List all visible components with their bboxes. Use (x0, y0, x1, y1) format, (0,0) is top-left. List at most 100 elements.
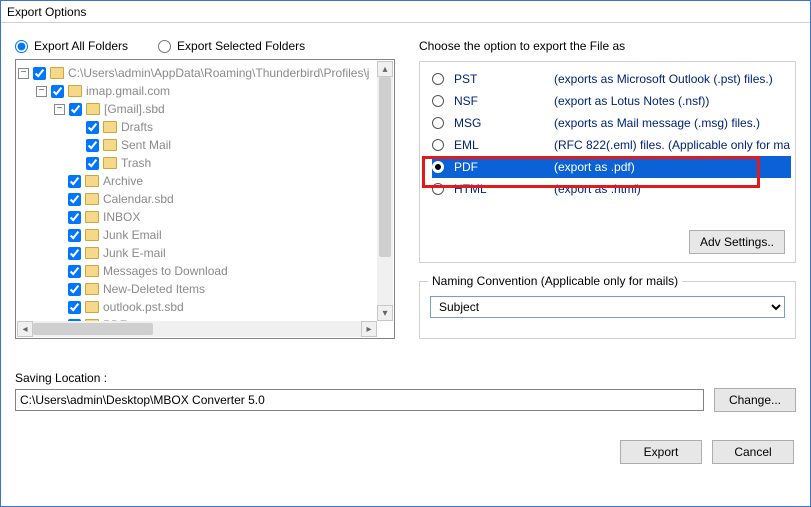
radio-icon[interactable] (432, 95, 444, 107)
folder-tree-inner: − C:\Users\admin\AppData\Roaming\Thunder… (16, 60, 394, 322)
naming-legend: Naming Convention (Applicable only for m… (428, 274, 682, 288)
scroll-left-icon[interactable]: ◂ (17, 321, 33, 337)
format-name: MSG (454, 116, 544, 130)
tree-row[interactable]: Junk Email (18, 226, 392, 244)
tree-checkbox[interactable] (68, 265, 81, 278)
format-option-pdf[interactable]: PDF(export as .pdf) (432, 156, 791, 178)
tree-label: Drafts (121, 120, 153, 134)
folder-icon (85, 301, 99, 313)
tree-label: INBOX (103, 210, 140, 224)
folder-icon (68, 85, 82, 97)
export-mode-group: Export All Folders Export Selected Folde… (15, 39, 395, 53)
change-button[interactable]: Change... (714, 388, 796, 412)
tree-vertical-scrollbar[interactable]: ▴ ▾ (377, 61, 393, 321)
export-all-radio-input[interactable] (15, 40, 28, 53)
scroll-track[interactable] (33, 321, 361, 337)
tree-checkbox[interactable] (68, 193, 81, 206)
folder-icon (86, 103, 100, 115)
tree-checkbox[interactable] (86, 157, 99, 170)
naming-convention-group: Naming Convention (Applicable only for m… (419, 281, 796, 339)
scroll-down-icon[interactable]: ▾ (377, 305, 393, 321)
saving-location-section: Saving Location : Change... (15, 371, 796, 412)
scroll-track[interactable] (377, 77, 393, 305)
tree-row[interactable]: Messages to Download (18, 262, 392, 280)
expand-toggle-icon[interactable]: − (36, 86, 47, 97)
scroll-thumb[interactable] (379, 77, 391, 257)
tree-row[interactable]: outlook.pst.sbd (18, 298, 392, 316)
export-all-radio[interactable]: Export All Folders (15, 39, 128, 53)
export-selected-radio[interactable]: Export Selected Folders (158, 39, 305, 53)
tree-checkbox[interactable] (51, 85, 64, 98)
folder-icon (85, 229, 99, 241)
tree-row-gmail[interactable]: − [Gmail].sbd (18, 100, 392, 118)
folder-icon (103, 121, 117, 133)
tree-label: Calendar.sbd (103, 192, 174, 206)
window-title: Export Options (7, 5, 86, 19)
tree-checkbox[interactable] (68, 175, 81, 188)
scroll-thumb[interactable] (33, 323, 153, 335)
tree-row[interactable]: New-Deleted Items (18, 280, 392, 298)
format-option-pst[interactable]: PST (exports as Microsoft Outlook (.pst) … (432, 68, 791, 90)
format-name: HTML (454, 182, 544, 196)
tree-checkbox[interactable] (86, 139, 99, 152)
tree-row[interactable]: Junk E-mail (18, 244, 392, 262)
tree-row[interactable]: Trash (18, 154, 392, 172)
adv-settings-button[interactable]: Adv Settings.. (689, 230, 785, 254)
tree-row-account[interactable]: − imap.gmail.com (18, 82, 392, 100)
expand-toggle-icon[interactable]: − (18, 68, 29, 79)
format-option-msg[interactable]: MSG(exports as Mail message (.msg) files… (432, 112, 791, 134)
tree-label: New-Deleted Items (103, 282, 205, 296)
scroll-right-icon[interactable]: ▸ (361, 321, 377, 337)
tree-checkbox[interactable] (68, 211, 81, 224)
radio-icon[interactable] (432, 183, 444, 195)
format-desc: (export as .html) (554, 182, 641, 196)
tree-checkbox[interactable] (68, 229, 81, 242)
format-option-html[interactable]: HTML (export as .html) (432, 178, 791, 200)
export-options-window: Export Options Export All Folders Export… (0, 0, 811, 507)
saving-location-input[interactable] (15, 389, 704, 411)
export-all-label: Export All Folders (34, 39, 128, 53)
tree-checkbox[interactable] (68, 283, 81, 296)
export-button[interactable]: Export (620, 440, 702, 464)
tree-checkbox[interactable] (68, 247, 81, 260)
tree-row[interactable]: Archive (18, 172, 392, 190)
tree-checkbox[interactable] (69, 103, 82, 116)
format-desc: (RFC 822(.eml) files. (Applicable only f… (554, 138, 790, 152)
format-option-nsf[interactable]: NSF(export as Lotus Notes (.nsf)) (432, 90, 791, 112)
tree-label: imap.gmail.com (86, 84, 170, 98)
naming-select[interactable]: Subject (430, 296, 785, 318)
content-area: Export All Folders Export Selected Folde… (1, 23, 810, 476)
folder-tree[interactable]: − C:\Users\admin\AppData\Roaming\Thunder… (15, 59, 395, 339)
scroll-up-icon[interactable]: ▴ (377, 61, 393, 77)
format-desc: (export as .pdf) (554, 160, 635, 174)
folder-icon (85, 193, 99, 205)
tree-row-root[interactable]: − C:\Users\admin\AppData\Roaming\Thunder… (18, 64, 392, 82)
tree-label: Sent Mail (121, 138, 171, 152)
radio-icon[interactable] (432, 161, 444, 173)
tree-checkbox[interactable] (86, 121, 99, 134)
folder-icon (103, 139, 117, 151)
tree-row[interactable]: Calendar.sbd (18, 190, 392, 208)
cancel-button[interactable]: Cancel (712, 440, 794, 464)
format-desc: (exports as Microsoft Outlook (.pst) fil… (554, 72, 773, 86)
tree-row[interactable]: Drafts (18, 118, 392, 136)
tree-checkbox[interactable] (68, 301, 81, 314)
radio-icon[interactable] (432, 117, 444, 129)
titlebar: Export Options (1, 1, 810, 23)
expand-toggle-icon[interactable]: − (54, 104, 65, 115)
tree-row[interactable]: Sent Mail (18, 136, 392, 154)
radio-icon[interactable] (432, 139, 444, 151)
radio-icon[interactable] (432, 73, 444, 85)
folder-icon (85, 175, 99, 187)
export-selected-radio-input[interactable] (158, 40, 171, 53)
format-name: EML (454, 138, 544, 152)
folder-icon (85, 211, 99, 223)
tree-row[interactable]: INBOX (18, 208, 392, 226)
export-format-group: PST (exports as Microsoft Outlook (.pst) … (419, 61, 796, 263)
tree-label: C:\Users\admin\AppData\Roaming\Thunderbi… (68, 66, 369, 80)
format-option-eml[interactable]: EML (RFC 822(.eml) files. (Applicable onl… (432, 134, 791, 156)
tree-label: [Gmail].sbd (104, 102, 165, 116)
tree-horizontal-scrollbar[interactable]: ◂ ▸ (17, 321, 377, 337)
tree-checkbox[interactable] (33, 67, 46, 80)
format-name: PST (454, 72, 544, 86)
